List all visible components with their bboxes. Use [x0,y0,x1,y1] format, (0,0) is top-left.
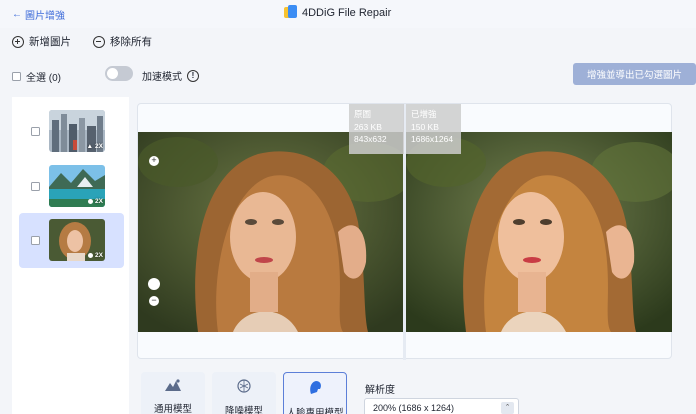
thumbnail-city: ▲ 2X [49,110,105,152]
list-item[interactable]: ▲ 2X [19,104,124,159]
app-title-text: 4DDiG File Repair [302,6,392,19]
accel-toggle[interactable] [105,66,133,81]
original-info: 原圖 263 KB 843x632 [349,104,404,154]
enhanced-label: 已增強 [411,109,437,119]
comparison-view: 原圖 263 KB 843x632 已增強 150 KB 1686x1264 +… [137,103,672,360]
minus-circle-icon [93,35,105,48]
accel-label: 加速模式 [142,72,182,83]
general-model-label: 通用模型 [153,404,192,414]
original-label: 原圖 [354,109,372,119]
item-checkbox[interactable] [31,127,40,136]
resolution-select[interactable]: 200% (1686 x 1264) ⌃ [364,398,519,414]
arrow-left-icon: ← [12,9,22,20]
image-list: ▲ 2X 2X 2X [12,97,129,414]
model-selector: 通用模型 降噪模型 人臉專用模型 [141,372,347,414]
item-checkbox[interactable] [31,182,40,191]
select-all-label: 全選 (0) [26,73,61,84]
denoise-icon [237,379,251,393]
upscale-badge: ▲ 2X [86,143,103,150]
remove-all-label: 移除所有 [110,36,152,48]
dot-icon [88,253,94,258]
upscale-badge: 2X [88,198,103,205]
denoise-model-label: 降噪模型 [224,406,263,414]
original-size: 263 KB [354,121,382,132]
export-button[interactable]: 增強並導出已勾選圖片 [573,63,696,85]
select-all-checkbox[interactable] [12,72,21,81]
title-bar: ← 圖片增強 4DDiG File Repair [0,0,696,28]
landscape-icon [165,379,181,391]
back-button[interactable]: ← 圖片增強 [12,7,65,22]
app-title: 4DDiG File Repair [284,5,391,20]
remove-all-button[interactable]: 移除所有 [93,34,152,49]
enhanced-image [406,132,672,332]
denoise-model-button[interactable]: 降噪模型 [212,372,276,414]
enhanced-info: 已增強 150 KB 1686x1264 [406,104,461,154]
face-model-label: 人臉專用模型 [286,408,344,414]
toolbar: 新增圖片 移除所有 [12,34,152,49]
original-image [138,132,403,332]
dot-icon [88,199,94,204]
app-logo-icon [284,5,297,20]
enhanced-size: 150 KB [411,121,439,132]
general-model-button[interactable]: 通用模型 [141,372,205,414]
thumbnail-lake: 2X [49,165,105,207]
mountain-icon: ▲ [86,143,94,150]
resolution-label: 解析度 [365,385,395,396]
zoom-in-icon[interactable]: + [149,156,159,166]
list-item-selected[interactable]: 2X [19,213,124,268]
enhanced-dimensions: 1686x1264 [411,134,454,144]
item-checkbox[interactable] [31,236,40,245]
plus-circle-icon [12,35,24,48]
add-image-button[interactable]: 新增圖片 [12,34,71,49]
face-model-button[interactable]: 人臉專用模型 [283,372,347,414]
list-item[interactable]: 2X [19,159,124,214]
thumbnail-portrait: 2X [49,219,105,261]
zoom-slider-handle[interactable] [148,278,160,290]
info-icon[interactable]: ! [187,69,199,82]
add-image-label: 新增圖片 [29,36,71,48]
face-model-icon [309,381,321,394]
select-all[interactable]: 全選 (0) [12,69,61,84]
upscale-badge: 2X [88,252,103,259]
chevron-up-down-icon: ⌃ [501,402,514,414]
resolution-value: 200% (1686 x 1264) [373,403,455,413]
zoom-out-icon[interactable]: − [149,296,159,306]
original-dimensions: 843x632 [354,134,387,144]
back-label: 圖片增強 [25,11,65,22]
accel-mode: 加速模式 ! [142,68,199,83]
